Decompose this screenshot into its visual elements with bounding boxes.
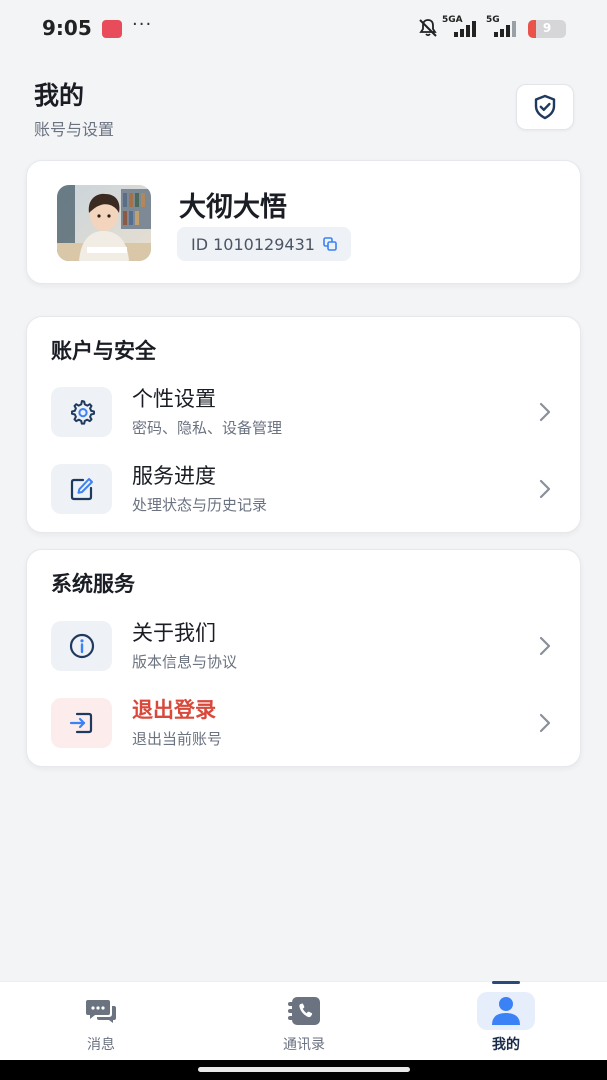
menu-item-service-progress[interactable]: 服务进度 处理状态与历史记录	[27, 464, 582, 534]
menu-item-subtitle: 退出当前账号	[132, 730, 223, 748]
app-notification-icon	[102, 20, 122, 38]
info-icon	[51, 621, 112, 671]
menu-item-about-us[interactable]: 关于我们 版本信息与协议	[27, 621, 582, 691]
logout-icon	[51, 698, 112, 748]
account-security-section: 账户与安全 个性设置 密码、隐私、设备管理 服务进度 处理状态与历史记录	[26, 316, 581, 533]
nav-item-messages[interactable]: 消息	[41, 982, 161, 1061]
signal-5ga-icon: 5GA	[442, 15, 482, 43]
page-subtitle: 账号与设置	[34, 120, 115, 139]
nav-item-me[interactable]: 我的	[446, 981, 566, 1061]
bottom-nav: 消息 通讯录 我的	[0, 981, 607, 1060]
mute-icon	[419, 19, 437, 37]
menu-item-personal-settings[interactable]: 个性设置 密码、隐私、设备管理	[27, 387, 582, 457]
avatar[interactable]	[57, 185, 151, 261]
battery-icon: 9	[528, 20, 566, 38]
security-shield-button[interactable]	[516, 84, 574, 130]
active-tab-indicator	[492, 981, 520, 984]
battery-level: 9	[542, 21, 552, 35]
chevron-right-icon	[539, 479, 551, 499]
menu-item-title: 服务进度	[132, 464, 216, 488]
nav-item-contacts[interactable]: 通讯录	[244, 982, 364, 1061]
edit-icon	[51, 464, 112, 514]
status-bar: 9:05 ··· 5GA 5G 9	[0, 0, 607, 60]
menu-item-subtitle: 处理状态与历史记录	[132, 496, 268, 514]
user-id-pill[interactable]: ID 1010129431	[177, 227, 351, 261]
more-notifications-indicator: ···	[132, 14, 153, 35]
chevron-right-icon	[539, 636, 551, 656]
profile-name: 大彻大悟	[179, 192, 287, 223]
menu-item-title: 退出登录	[132, 698, 216, 722]
nav-label-contacts: 通讯录	[283, 1037, 325, 1053]
chevron-right-icon	[539, 402, 551, 422]
shield-check-icon	[534, 94, 556, 120]
menu-item-title: 个性设置	[132, 387, 216, 411]
profile-card[interactable]: 大彻大悟 ID 1010129431	[26, 160, 581, 284]
gear-icon	[51, 387, 112, 437]
section-title-system-services: 系统服务	[51, 572, 135, 596]
system-gesture-bar	[0, 1060, 607, 1080]
system-services-section: 系统服务 关于我们 版本信息与协议 退出登录 退出当前账号	[26, 549, 581, 767]
user-id-text: ID 1010129431	[191, 234, 315, 254]
nav-label-me: 我的	[492, 1037, 520, 1053]
page-title: 我的	[34, 81, 85, 110]
menu-item-subtitle: 密码、隐私、设备管理	[132, 419, 283, 437]
menu-item-logout[interactable]: 退出登录 退出当前账号	[27, 698, 582, 768]
signal-5ga-label: 5GA	[442, 15, 463, 25]
nav-label-messages: 消息	[87, 1037, 115, 1053]
menu-item-subtitle: 版本信息与协议	[132, 653, 238, 671]
home-indicator[interactable]	[198, 1067, 410, 1072]
section-title-account-security: 账户与安全	[51, 339, 156, 363]
signal-5g-label: 5G	[486, 15, 500, 25]
chat-icon	[72, 992, 130, 1030]
menu-item-title: 关于我们	[132, 621, 216, 645]
user-icon	[477, 992, 535, 1030]
status-time: 9:05	[42, 16, 92, 40]
signal-5g-icon: 5G	[486, 15, 522, 43]
copy-icon[interactable]	[323, 237, 337, 251]
chevron-right-icon	[539, 713, 551, 733]
contacts-icon	[275, 992, 333, 1030]
